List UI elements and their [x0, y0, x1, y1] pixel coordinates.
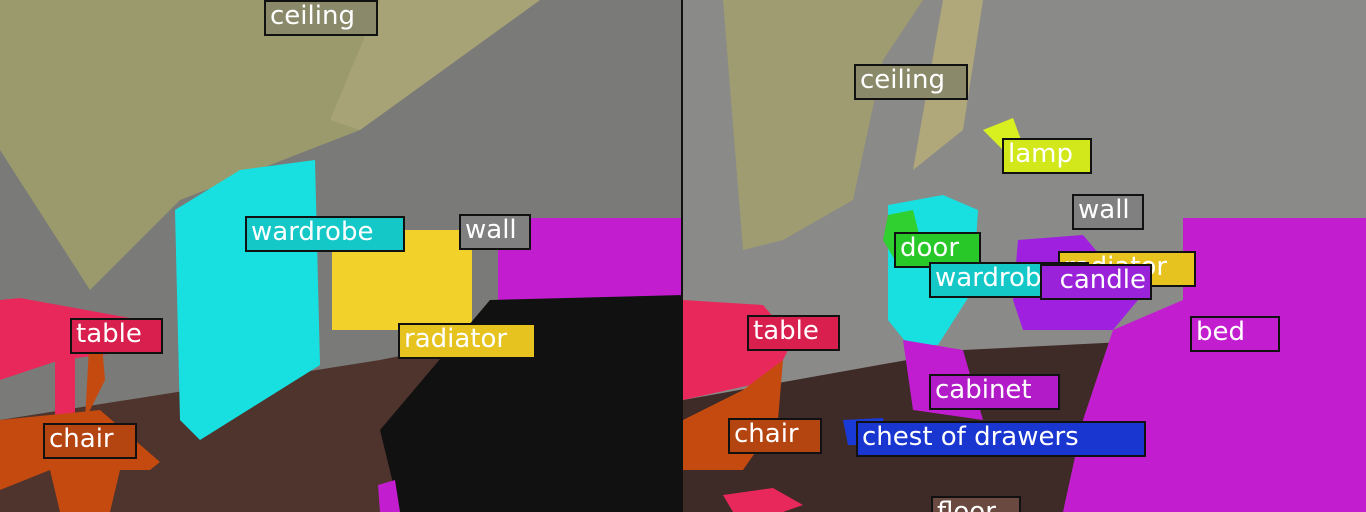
- segmentation-panel-right: ceiling lamp wall door radiator wardrobe…: [683, 0, 1366, 512]
- label-right-table: table: [747, 315, 840, 351]
- label-left-table: table: [70, 318, 163, 354]
- label-left-wardrobe: wardrobe: [245, 216, 405, 252]
- label-right-chest-of-drawers: chest of drawers: [856, 421, 1146, 457]
- label-right-lamp: lamp: [1002, 138, 1092, 174]
- label-left-radiator: radiator: [398, 323, 536, 359]
- label-right-floor: floor: [931, 496, 1021, 512]
- segmentation-panel-left: ceiling wardrobe wall table radiator cha…: [0, 0, 683, 512]
- label-left-chair: chair: [43, 423, 137, 459]
- label-right-wall: wall: [1072, 194, 1144, 230]
- label-left-wall: wall: [459, 214, 531, 250]
- label-left-ceiling: ceiling: [264, 0, 378, 36]
- label-right-bed: bed: [1190, 316, 1280, 352]
- label-right-ceiling: ceiling: [854, 64, 968, 100]
- label-right-chair: chair: [728, 418, 822, 454]
- label-right-candle: candle: [1040, 264, 1152, 300]
- label-right-cabinet: cabinet: [929, 374, 1060, 410]
